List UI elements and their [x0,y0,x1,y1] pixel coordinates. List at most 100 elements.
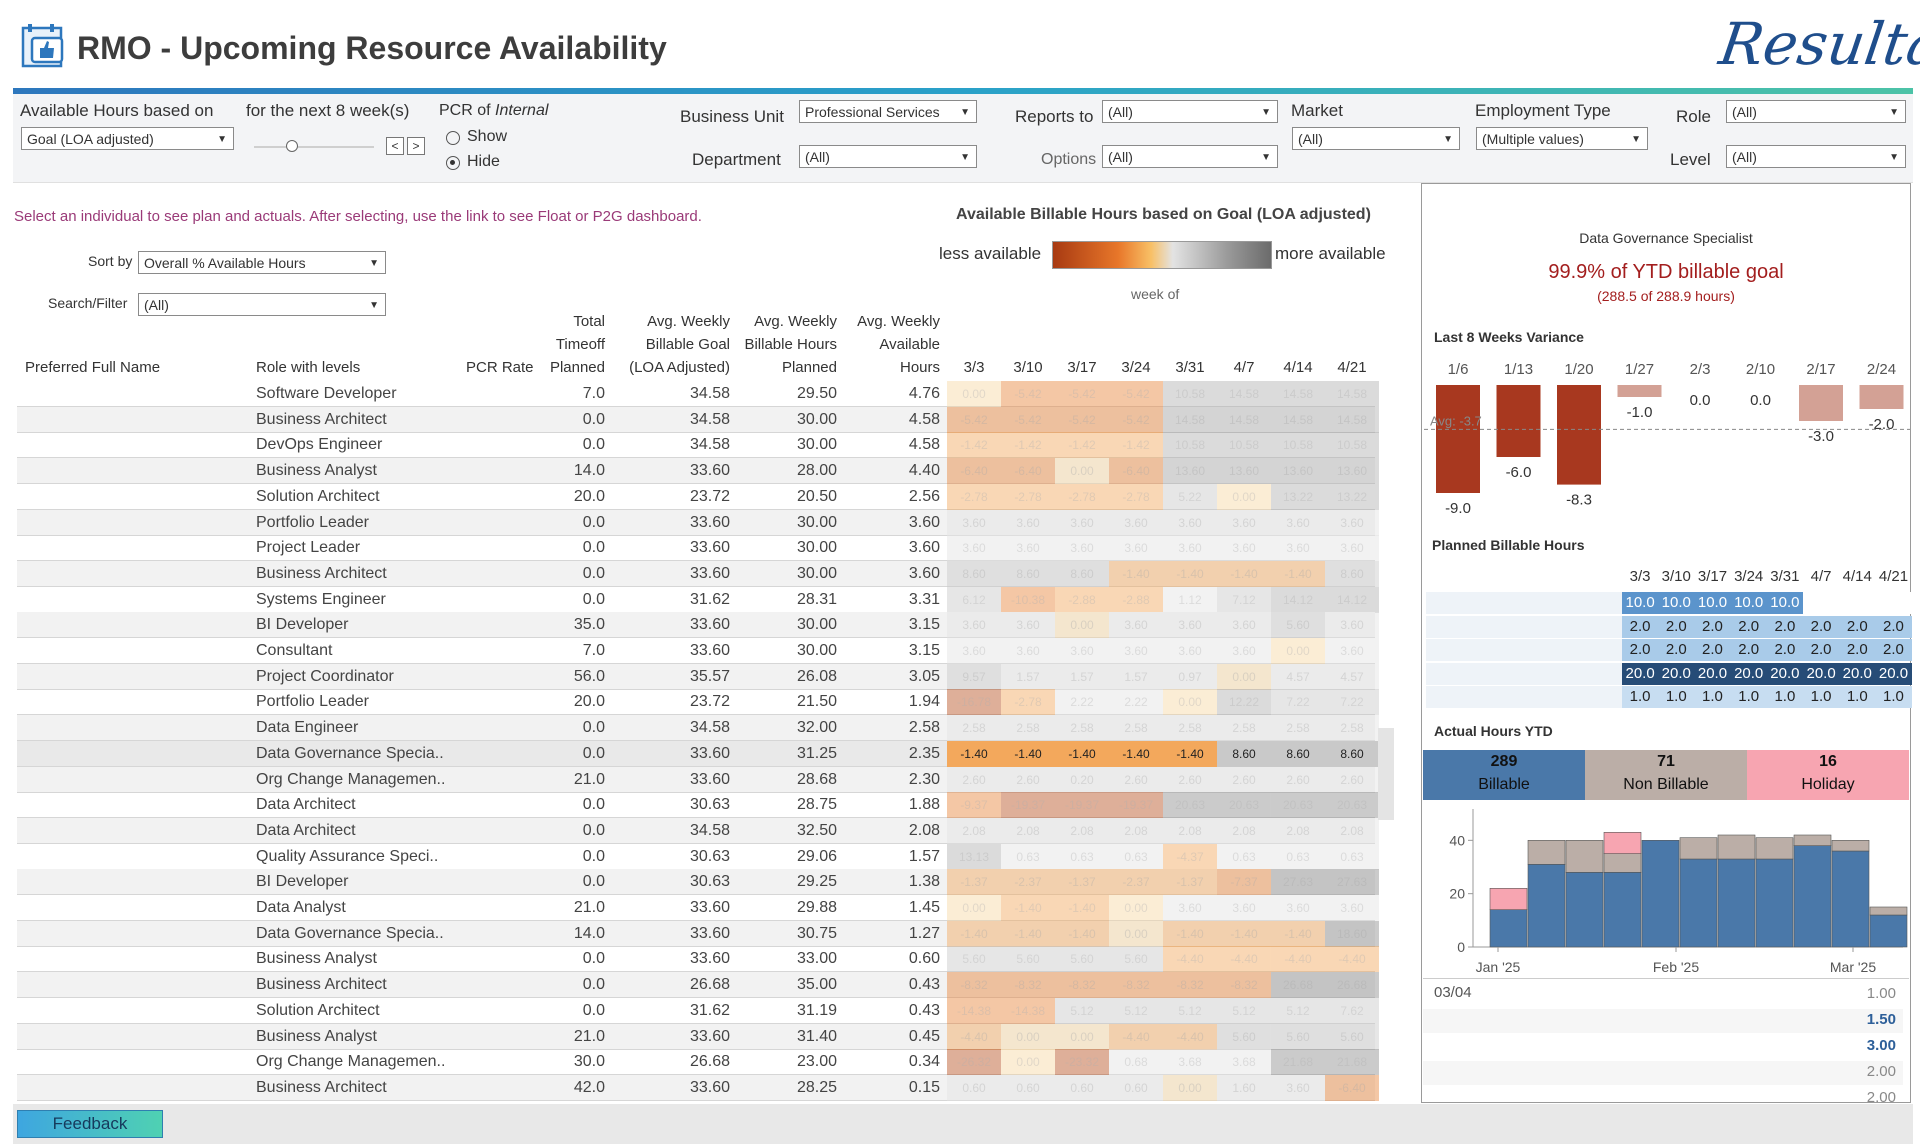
planned-hours-cell[interactable]: 10.0 [1658,592,1695,614]
heatmap-cell[interactable]: 10.58 [1271,432,1325,458]
heatmap-cell[interactable]: 3.68 [1163,1049,1217,1075]
heatmap-cell[interactable]: -5.42 [947,407,1001,433]
actual-bar-billable[interactable] [1755,858,1794,948]
heatmap-cell[interactable]: 3.60 [1055,535,1109,561]
heatmap-cell[interactable]: -2.37 [1001,869,1055,895]
heatmap-cell[interactable]: 5.22 [1163,484,1217,510]
heatmap-cell[interactable]: -1.37 [947,869,1001,895]
heatmap-cell[interactable]: 0.00 [1217,664,1271,690]
actual-bar-billable[interactable] [1717,858,1756,948]
heatmap-cell[interactable]: 8.60 [1001,561,1055,587]
heatmap-cell[interactable]: 13.22 [1325,484,1379,510]
heatmap-cell[interactable]: 27.63 [1325,869,1379,895]
level-dropdown[interactable]: (All) ▼ [1726,145,1906,168]
heatmap-cell[interactable]: 2.08 [1109,818,1163,844]
heatmap-cell[interactable]: 2.58 [947,715,1001,741]
weeks-slider-handle[interactable] [286,140,298,152]
heatmap-cell[interactable]: -2.88 [1055,587,1109,613]
col-header-goal[interactable]: Avg. Weekly Billable Goal (LOA Adjusted) [610,310,730,379]
table-row[interactable]: Project Leader 0.0 33.60 30.00 3.60 3.60 3.60 3… [17,535,1379,561]
heatmap-cell[interactable]: 5.60 [1055,946,1109,972]
actual-billable-tile[interactable]: 289 Billable [1423,750,1585,800]
heatmap-cell[interactable]: 14.58 [1163,407,1217,433]
heatmap-cell[interactable]: 0.63 [1001,844,1055,870]
heatmap-cell[interactable]: 5.12 [1109,998,1163,1024]
heatmap-cell[interactable]: 0.60 [1001,1075,1055,1101]
actual-holiday-tile[interactable]: 16 Holiday [1747,750,1909,800]
pcr-show-radio[interactable] [446,131,460,145]
heatmap-cell[interactable]: -1.40 [1163,741,1217,767]
heatmap-cell[interactable]: 3.60 [947,510,1001,536]
planned-hours-cell[interactable]: 1.0 [1658,686,1695,708]
actual-bar-billable[interactable] [1527,864,1566,948]
heatmap-cell[interactable]: 3.60 [1271,1075,1325,1101]
heatmap-cell[interactable]: 3.60 [1325,612,1379,638]
heatmap-cell[interactable]: -1.40 [1271,561,1325,587]
search-filter-dropdown[interactable]: (All) ▼ [138,293,386,316]
heatmap-cell[interactable]: -6.40 [1325,1075,1379,1101]
heatmap-cell[interactable]: 3.60 [1001,510,1055,536]
heatmap-cell[interactable]: -6.40 [1001,458,1055,484]
table-row[interactable]: Portfolio Leader 20.0 23.72 21.50 1.94 -16.78… [17,689,1379,715]
heatmap-cell[interactable]: 20.63 [1217,792,1271,818]
planned-hours-cell[interactable]: 1.0 [1730,686,1767,708]
heatmap-cell[interactable]: -1.42 [1109,432,1163,458]
actual-bar-billable[interactable] [1565,872,1604,948]
heatmap-cell[interactable]: 5.60 [1325,1024,1379,1050]
variance-bar[interactable] [1617,385,1662,397]
heatmap-cell[interactable]: -1.40 [1109,561,1163,587]
variance-bar[interactable] [1436,385,1480,493]
heatmap-cell[interactable]: 2.58 [1325,715,1379,741]
heatmap-cell[interactable]: 0.97 [1163,664,1217,690]
table-row[interactable]: Data Governance Specia.. 14.0 33.60 30.75 1.… [17,921,1379,947]
heatmap-cell[interactable]: -8.32 [1109,972,1163,998]
planned-hours-cell[interactable]: 2.0 [1839,615,1876,638]
heatmap-cell[interactable]: 10.58 [1217,432,1271,458]
table-row[interactable]: Solution Architect 0.0 31.62 31.19 0.43 -14.3… [17,998,1379,1024]
planned-hours-cell[interactable]: 2.0 [1658,639,1695,661]
heatmap-cell[interactable]: 14.58 [1325,407,1379,433]
planned-hours-cell[interactable]: 20.0 [1875,662,1912,685]
heatmap-cell[interactable]: 14.12 [1271,587,1325,613]
heatmap-cell[interactable]: -4.40 [1271,946,1325,972]
table-row[interactable]: Systems Engineer 0.0 31.62 28.31 3.31 6.12 -10… [17,587,1379,613]
heatmap-cell[interactable]: -26.32 [947,1049,1001,1075]
heatmap-cell[interactable]: -4.40 [1163,1024,1217,1050]
heatmap-cell[interactable]: -8.32 [1217,972,1271,998]
actual-bar-billable[interactable] [1793,845,1832,948]
heatmap-cell[interactable]: -2.78 [1001,689,1055,715]
heatmap-cell[interactable]: -1.40 [1217,561,1271,587]
heatmap-cell[interactable]: 14.58 [1217,407,1271,433]
heatmap-cell[interactable]: 3.60 [1271,535,1325,561]
heatmap-cell[interactable]: 3.60 [1163,895,1217,921]
planned-hours-cell[interactable]: 1.0 [1839,686,1876,708]
planned-hours-cell[interactable]: 10.0 [1766,592,1803,614]
heatmap-cell[interactable]: 3.60 [1217,638,1271,664]
heatmap-cell[interactable]: 0.63 [1217,844,1271,870]
heatmap-cell[interactable]: -1.40 [1001,921,1055,947]
planned-hours-cell[interactable]: 20.0 [1803,662,1840,685]
table-row[interactable]: BI Developer 0.0 30.63 29.25 1.38 -1.37 -2.37-… [17,869,1379,895]
planned-hours-cell[interactable]: 2.0 [1730,639,1767,661]
actual-bar-billable[interactable] [1869,914,1908,948]
heatmap-cell[interactable]: -2.88 [1109,587,1163,613]
planned-hours-cell[interactable]: 2.0 [1766,615,1803,638]
heatmap-cell[interactable]: 18.60 [1325,921,1379,947]
heatmap-cell[interactable]: 13.22 [1271,484,1325,510]
heatmap-cell[interactable]: 3.68 [1217,1049,1271,1075]
heatmap-cell[interactable]: 0.63 [1109,844,1163,870]
heatmap-cell[interactable]: 2.08 [1163,818,1217,844]
heatmap-cell[interactable]: -7.37 [1217,869,1271,895]
heatmap-cell[interactable]: -1.40 [1001,741,1055,767]
table-row[interactable]: DevOps Engineer 0.0 34.58 30.00 4.58 -1.42 -1.… [17,432,1379,458]
heatmap-cell[interactable]: -1.40 [947,921,1001,947]
variance-bar[interactable] [1859,385,1904,409]
heatmap-cell[interactable]: 3.60 [1163,612,1217,638]
planned-hours-cell[interactable]: 10.0 [1694,592,1731,614]
heatmap-cell[interactable]: 0.63 [1055,844,1109,870]
heatmap-cell[interactable]: 3.60 [947,612,1001,638]
heatmap-cell[interactable]: 2.60 [947,767,1001,793]
heatmap-cell[interactable]: 13.13 [947,844,1001,870]
heatmap-cell[interactable]: 2.22 [1109,689,1163,715]
heatmap-cell[interactable]: 3.60 [1163,510,1217,536]
